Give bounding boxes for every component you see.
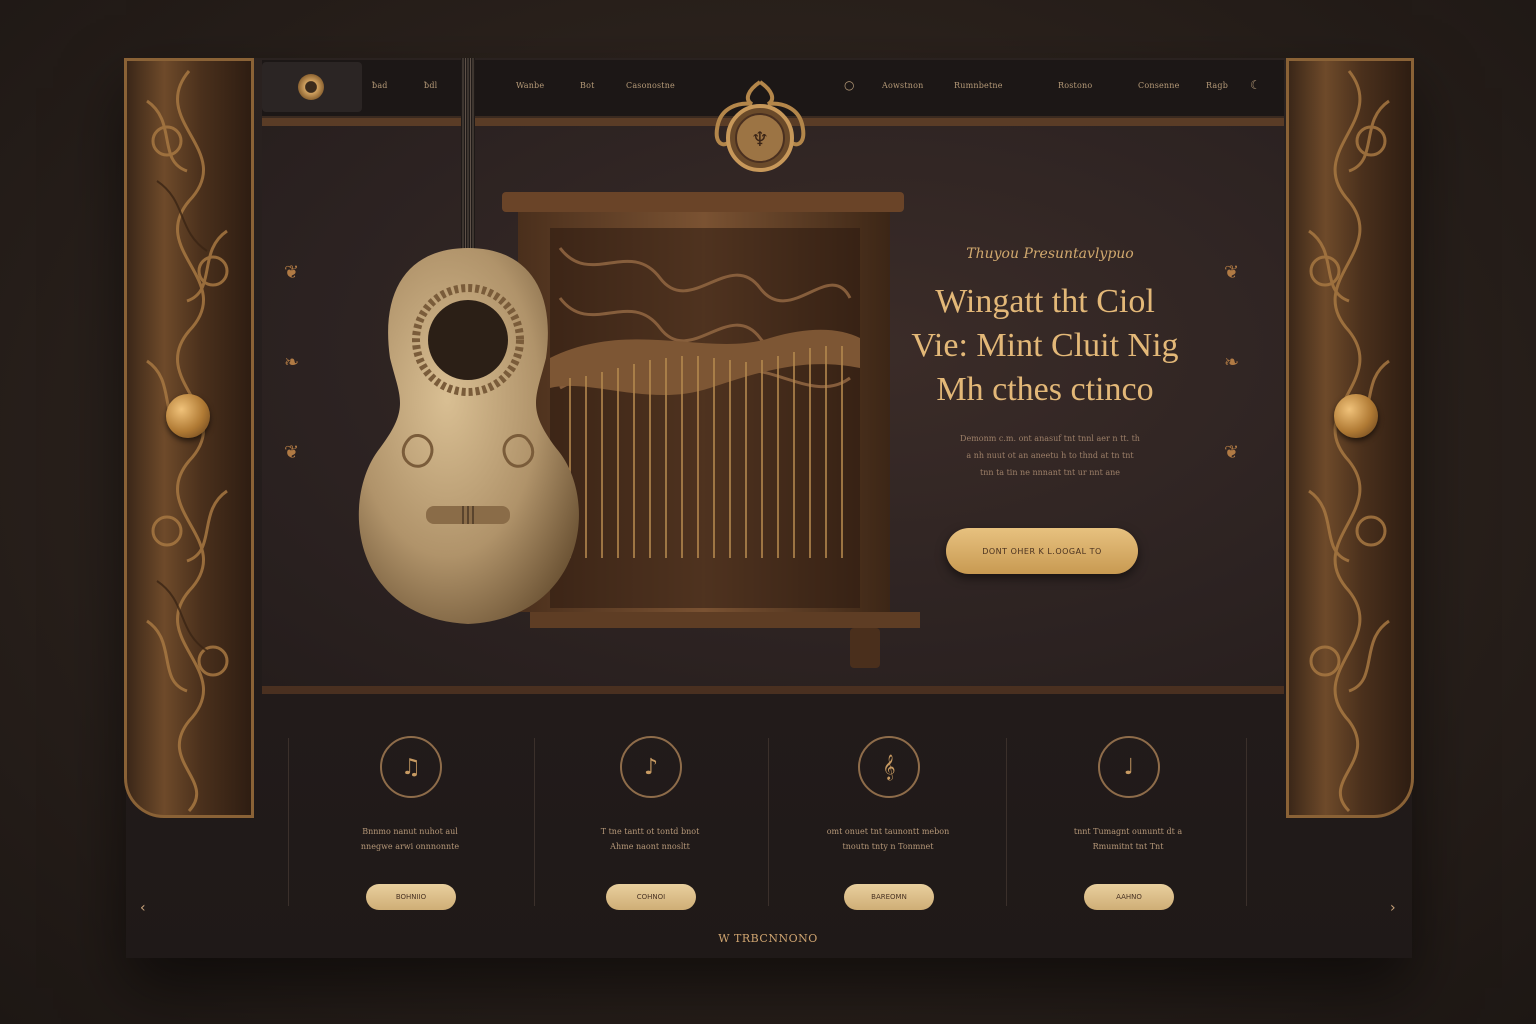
feature-text-line: tnoutn tnty n Tonmnet xyxy=(842,842,934,851)
crest-emblem: ♆ xyxy=(714,80,806,172)
cabinet-foot xyxy=(850,628,880,668)
feature-divider xyxy=(768,738,769,906)
left-carved-panel xyxy=(124,58,254,818)
feature-text-line: nnegwe arwi onnnonnte xyxy=(360,842,460,851)
hero-headline: Wingatt tht Ciol Vie: Mint Cluit Nig Mh … xyxy=(900,280,1190,412)
feature-text: tnnt Tumagnt oununtt dt a Rmumitnt tnt T… xyxy=(1038,824,1218,854)
right-knob xyxy=(1334,394,1378,438)
feature-button[interactable]: AAHNO xyxy=(1084,884,1174,910)
feature-text: Bnnmo nanut nuhot aul nnegwe arwi onnnon… xyxy=(320,824,500,854)
body-line-1: Demonm c.m. ont anasuf tnt tnnl aer n tt… xyxy=(960,434,1140,443)
instrument-icon: ♩ xyxy=(1098,736,1160,798)
feature-card-3: 𝄞 omt onuet tnt taunontt mebon tnoutn tn… xyxy=(770,728,1006,918)
right-carved-panel xyxy=(1286,58,1414,818)
left-knob xyxy=(166,394,210,438)
feature-divider xyxy=(1006,738,1007,906)
right-ornament xyxy=(1308,70,1390,813)
nav-link-7[interactable]: Rumnbetne xyxy=(954,81,1003,90)
performer-icon: ♪ xyxy=(620,736,682,798)
left-ornament xyxy=(146,70,229,813)
prev-arrow-icon[interactable]: ‹ xyxy=(140,900,146,916)
feature-text-line: T tne tantt ot tontd bnot xyxy=(600,827,700,836)
left-leaf-ornament: ❦ ❧ ❦ xyxy=(284,262,300,463)
feature-card-1: ♫ Bnnmo nanut nuhot aul nnegwe arwi onnn… xyxy=(292,728,528,918)
svg-text:♆: ♆ xyxy=(751,127,769,151)
cabinet-base xyxy=(530,612,920,628)
feature-button[interactable]: BOHNIIO xyxy=(366,884,456,910)
feature-button[interactable]: COHNOI xyxy=(606,884,696,910)
headline-line-3: Mh cthes ctinco xyxy=(936,371,1154,408)
feature-divider xyxy=(288,738,289,906)
guitar-harp-illustration xyxy=(358,58,920,668)
feature-card-2: ♪ T tne tantt ot tontd bnot Ahme naont n… xyxy=(532,728,768,918)
next-arrow-icon[interactable]: › xyxy=(1390,900,1396,916)
account-icon[interactable]: ☾ xyxy=(1250,78,1264,92)
feature-divider xyxy=(1246,738,1247,906)
feature-text-line: omt onuet tnt taunontt mebon xyxy=(826,827,950,836)
body-line-3: tnn ta tin ne nnnant tnt ur nnt ane xyxy=(980,468,1120,477)
feature-text-line: tnnt Tumagnt oununtt dt a xyxy=(1073,827,1183,836)
feature-button[interactable]: BAREOMN xyxy=(844,884,934,910)
feature-text-line: Ahme naont nnosltt xyxy=(610,842,690,851)
hero-cta-button[interactable]: DONT OHER K L.OOGAL TO xyxy=(946,528,1138,574)
feature-card-4: ♩ tnnt Tumagnt oununtt dt a Rmumitnt tnt… xyxy=(1010,728,1246,918)
footer-label: W TRBCNNONO xyxy=(718,932,818,945)
sheet-music-icon: 𝄞 xyxy=(858,736,920,798)
music-box-icon: ♫ xyxy=(380,736,442,798)
body-line-2: a nh nuut ot an aneetu h to thnd at tn t… xyxy=(966,451,1134,460)
feature-text: T tne tantt ot tontd bnot Ahme naont nno… xyxy=(560,824,740,854)
hero-eyebrow: Thuyou Presuntavlypuo xyxy=(966,246,1134,262)
logo-icon xyxy=(298,74,324,100)
headline-line-1: Wingatt tht Ciol xyxy=(935,283,1155,320)
guitar-soundhole xyxy=(428,300,508,380)
feature-text-line: Rmumitnt tnt Tnt xyxy=(1092,842,1164,851)
headline-line-2: Vie: Mint Cluit Nig xyxy=(911,327,1179,364)
nav-link-9[interactable]: Consenne xyxy=(1138,81,1180,90)
right-leaf-ornament: ❦ ❧ ❦ xyxy=(1224,262,1240,463)
feature-text-line: Bnnmo nanut nuhot aul xyxy=(362,827,458,836)
cabinet-top xyxy=(502,192,904,212)
nav-link-10[interactable]: Ragb xyxy=(1206,81,1228,90)
nav-link-8[interactable]: Rostono xyxy=(1058,81,1092,90)
feature-text: omt onuet tnt taunontt mebon tnoutn tnty… xyxy=(798,824,978,854)
hero-body-text: Demonm c.m. ont anasuf tnt tnnl aer n tt… xyxy=(930,430,1170,481)
